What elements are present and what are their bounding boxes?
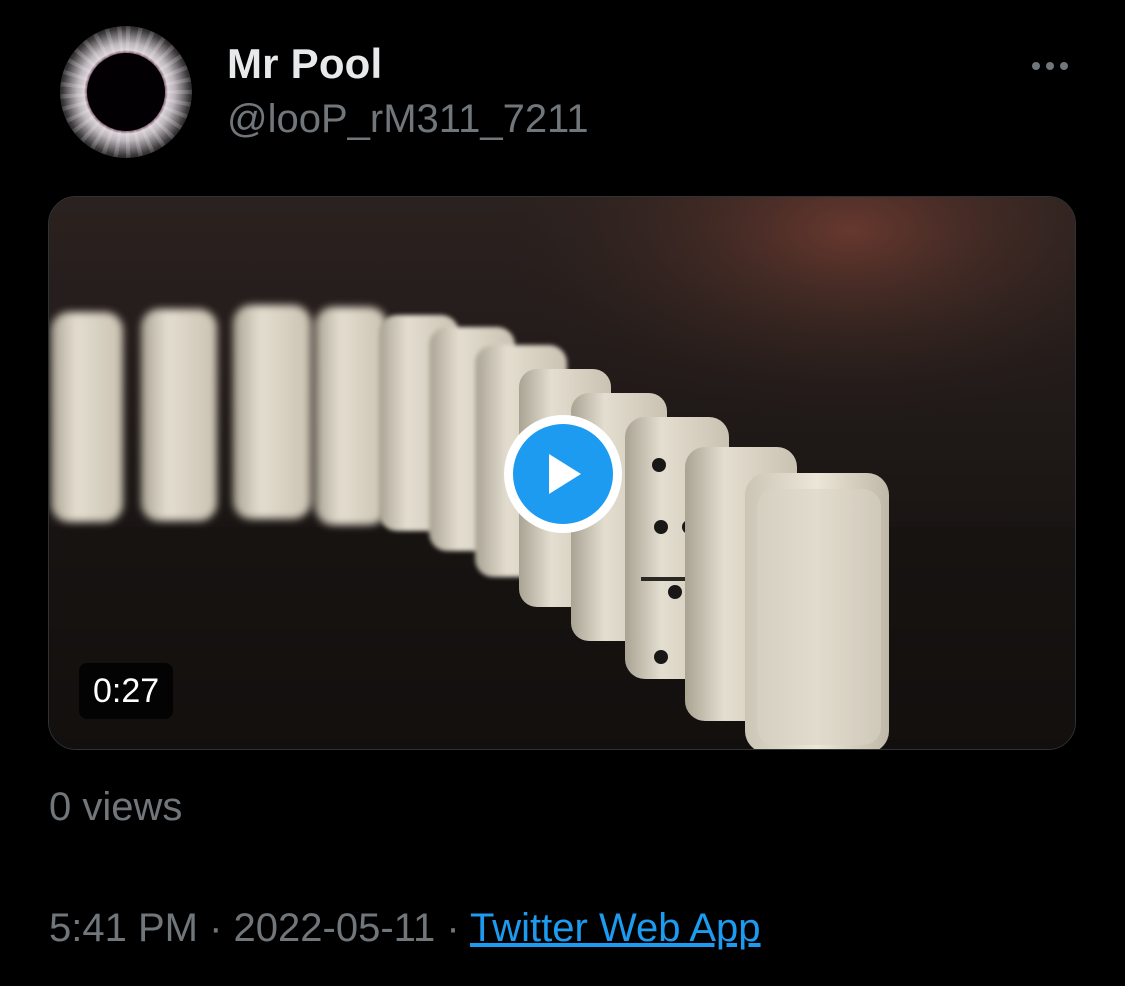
play-icon <box>549 454 581 494</box>
avatar[interactable] <box>60 26 192 158</box>
tweet-date: 2022-05-11 <box>233 906 436 950</box>
metadata-separator: · <box>446 906 460 950</box>
tweet-metadata: 5:41 PM · 2022-05-11 · Twitter Web App <box>49 906 761 951</box>
view-count: 0 views <box>49 785 183 829</box>
more-horizontal-icon <box>1032 62 1040 70</box>
video-player[interactable]: 0:27 <box>48 196 1076 750</box>
more-options-button[interactable] <box>1022 50 1078 82</box>
video-duration-badge: 0:27 <box>79 663 174 719</box>
metadata-separator: · <box>209 906 223 950</box>
tweet-time: 5:41 PM <box>49 906 198 950</box>
author-display-name[interactable]: Mr Pool <box>227 40 382 88</box>
source-app-link[interactable]: Twitter Web App <box>470 906 761 950</box>
play-button[interactable] <box>504 415 622 533</box>
author-handle[interactable]: @looP_rM311_7211 <box>227 97 589 142</box>
